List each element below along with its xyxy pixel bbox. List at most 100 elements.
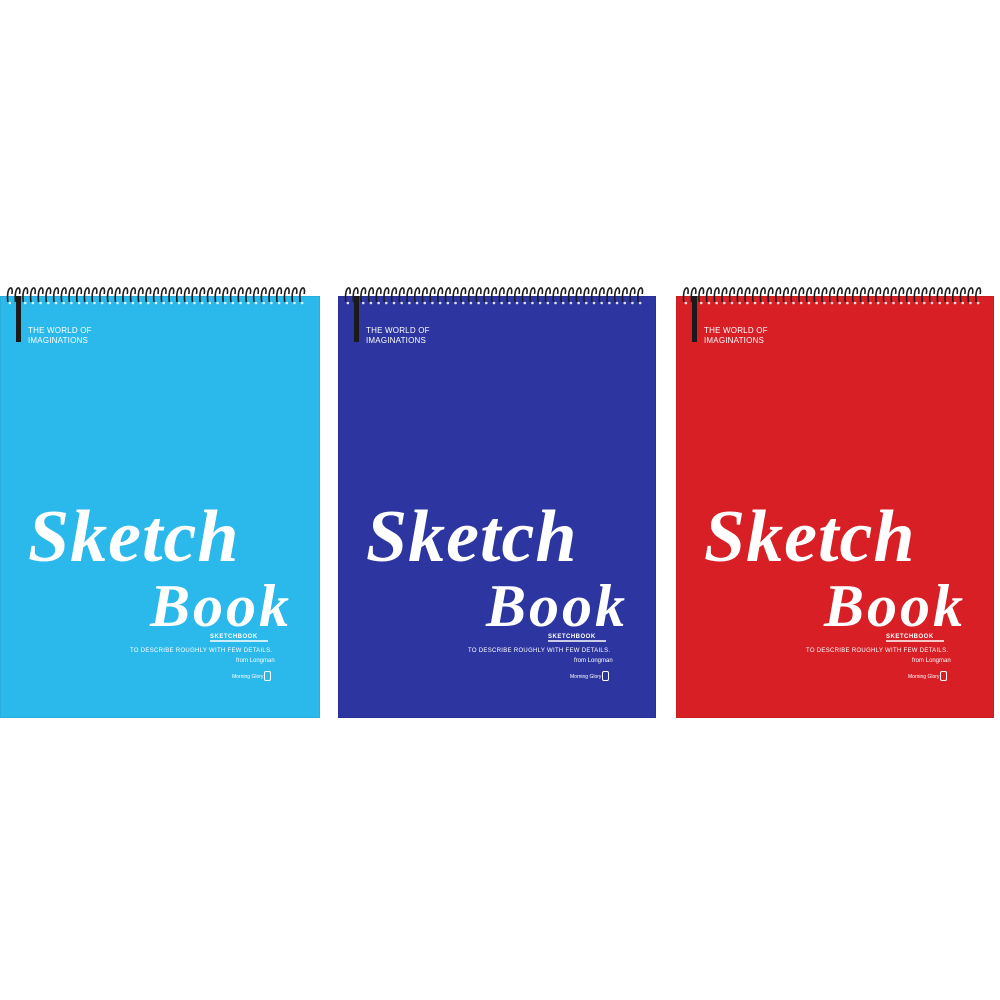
title-book: Book (149, 573, 292, 639)
spiral-coil (583, 287, 590, 303)
spiral-hole (247, 301, 250, 305)
spiral-coil (252, 287, 260, 303)
source-note: from Longman (912, 658, 951, 664)
spiral-coil (629, 287, 636, 303)
spiral-coil (537, 287, 544, 303)
spiral-hole (469, 301, 473, 305)
spiral-hole (861, 301, 865, 305)
spiral-hole (415, 301, 419, 305)
spiral-hole (699, 301, 703, 305)
spiral-hole (776, 301, 780, 305)
spiral-coil (29, 287, 37, 303)
spiral-coil (606, 287, 613, 303)
spiral-hole (769, 301, 772, 305)
spiral-coil (45, 287, 52, 303)
spiral-hole (631, 301, 634, 305)
tagline: THE WORLD OF IMAGINATIONS (28, 326, 92, 345)
spiral-hole (807, 301, 811, 305)
spiral-coil (959, 287, 966, 303)
spiral-hole (231, 301, 235, 305)
spiral-hole (270, 301, 273, 305)
spiral-hole (200, 301, 204, 305)
spiral-hole (423, 301, 427, 305)
spiral-hole (108, 301, 112, 305)
spiral-hole (746, 301, 749, 305)
spiral-coil (775, 287, 782, 303)
spiral-coil (413, 287, 421, 303)
spiral-coil (867, 287, 874, 303)
spiral-coil (406, 287, 413, 303)
spiral-coil (160, 287, 167, 303)
spiral-hole (815, 301, 818, 305)
spiral-coil (37, 287, 44, 303)
spiral-coil (91, 287, 98, 303)
spiral-hole (523, 301, 527, 305)
spiral-coil (890, 287, 897, 303)
spiral-hole (515, 301, 519, 305)
spiral-hole (554, 301, 557, 305)
spiral-hole (838, 301, 841, 305)
spiral-coil (521, 287, 528, 303)
bookmark-ribbon (354, 296, 359, 342)
spiral-coil (383, 287, 390, 303)
spiral-hole (62, 301, 65, 305)
spiral-coil (398, 287, 405, 303)
spiral-hole (538, 301, 542, 305)
title-sketch: Sketch (704, 496, 916, 578)
spiral-coil (175, 287, 183, 303)
spiral-hole (569, 301, 573, 305)
spiral-coil (475, 287, 482, 303)
spiral-hole (799, 301, 803, 305)
spiral-hole (454, 301, 457, 305)
spiral-hole (100, 301, 104, 305)
spiral-hole (976, 301, 980, 305)
spiral-hole (147, 301, 150, 305)
spiral-hole (738, 301, 741, 305)
maker-label: Morning Glory (908, 674, 940, 680)
description: TO DESCRIBE ROUGHLY WITH FEW DETAILS. (468, 648, 611, 654)
spiral-hole (884, 301, 888, 305)
spiral-coil (905, 287, 913, 303)
spiral-coil (344, 287, 351, 303)
spiral-coil (813, 287, 820, 303)
spiral-hole (223, 301, 227, 305)
spiral-coil (621, 287, 628, 303)
spiral-coil (291, 287, 298, 303)
spiral-hole (346, 301, 350, 305)
spiral-coil (245, 287, 252, 303)
spiral-hole (23, 301, 27, 305)
spiral-coil (237, 287, 244, 303)
spiral-hole (377, 301, 380, 305)
spiral-hole (31, 301, 35, 305)
spiral-coil (199, 287, 206, 303)
spiral-hole (600, 301, 603, 305)
spiral-hole (477, 301, 480, 305)
spiral-hole (185, 301, 189, 305)
spiral-coil (367, 287, 375, 303)
spiral-coil (821, 287, 828, 303)
spiral-coil (268, 287, 275, 303)
spiral-hole (531, 301, 534, 305)
spiral-coil (921, 287, 928, 303)
spiral-hole (508, 301, 511, 305)
spiral-coil (598, 287, 605, 303)
spiral-coil (529, 287, 536, 303)
spiral-coil (222, 287, 229, 303)
spiral-coil (498, 287, 505, 303)
spiral-hole (953, 301, 957, 305)
spiral-coil (437, 287, 444, 303)
spiral-coil (882, 287, 889, 303)
spiral-hole (907, 301, 911, 305)
spiral-coil (183, 287, 190, 303)
sketchbook-red: THE WORLD OF IMAGINATIONS Sketch Book SK… (676, 287, 994, 718)
spiral-coil (967, 287, 974, 303)
source-note: from Longman (236, 658, 275, 664)
spiral-coil (828, 287, 836, 303)
maker-logo-icon (602, 671, 609, 681)
spiral-hole (715, 301, 718, 305)
spiral-coil (560, 287, 567, 303)
tagline: THE WORLD OF IMAGINATIONS (366, 326, 430, 345)
spiral-hole (761, 301, 765, 305)
spiral-coil (299, 287, 306, 303)
spiral-coil (483, 287, 490, 303)
